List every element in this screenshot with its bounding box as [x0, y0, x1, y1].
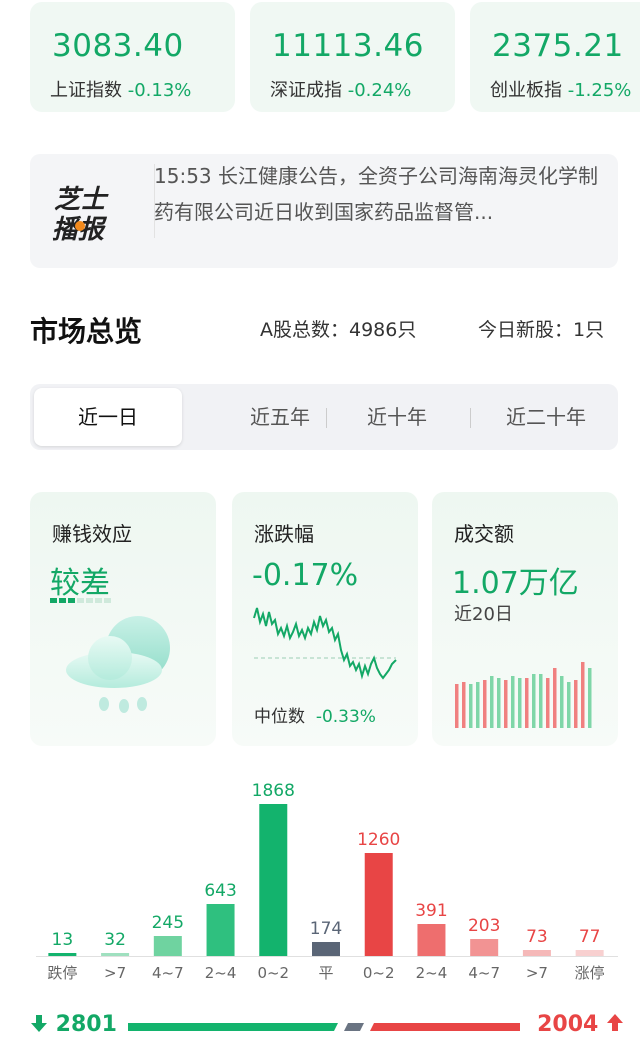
bar-2 — [153, 936, 182, 956]
section-title: 市场总览 — [30, 315, 143, 348]
bar-value-label: 1868 — [252, 781, 295, 801]
median-value: -0.33% — [315, 707, 376, 727]
category-label: 涨停 — [575, 964, 605, 982]
change-card[interactable]: 涨跌幅 -0.17% 中位数 -0.33% — [232, 492, 418, 746]
news-banner[interactable]: 芝士 播报 15:53 长江健康公告，全资子公司海南海灵化学制药有限公司近日收到… — [30, 154, 618, 268]
bar-value-label: 77 — [579, 927, 601, 947]
tab-1d[interactable]: 近一日 — [34, 388, 182, 446]
turnover-bars — [455, 662, 592, 728]
change-value: -0.17% — [252, 558, 359, 593]
index-card-sh[interactable]: 3083.40 上证指数 -0.13% — [30, 2, 235, 112]
bar-3 — [206, 904, 235, 956]
period-tabs: 近一日 近五年 近十年 近二十年 — [30, 384, 618, 450]
median-row: 中位数 -0.33% — [254, 702, 376, 727]
new-stocks: 今日新股：1只 — [478, 319, 605, 341]
category-label: 4~7 — [152, 964, 184, 982]
bar-value-label: 1260 — [357, 830, 400, 850]
index-name-text: 创业板指 — [490, 80, 562, 101]
card-title: 赚钱效应 — [52, 522, 132, 546]
category-label: 跌停 — [47, 964, 77, 982]
bar-value-label: 13 — [52, 930, 74, 950]
news-text: 15:53 长江健康公告，全资子公司海南海灵化学制药有限公司近日收到国家药品监督… — [154, 164, 598, 224]
breadth-bar — [128, 1023, 520, 1031]
chart-baseline — [36, 956, 618, 957]
turnover-value: 1.07万亿 — [452, 566, 579, 601]
category-label: 0~2 — [257, 964, 289, 982]
category-label: >7 — [104, 964, 126, 982]
category-label: 平 — [318, 964, 333, 982]
index-change: -1.25% — [567, 80, 632, 101]
money-effect-card[interactable]: 赚钱效应 较差 — [30, 492, 216, 746]
svg-text:芝士: 芝士 — [54, 185, 109, 215]
tab-20y[interactable]: 近二十年 — [474, 384, 618, 450]
bar-value-label: 73 — [526, 927, 548, 947]
bar-value-label: 391 — [415, 901, 447, 921]
turnover-card[interactable]: 成交额 1.07万亿 近20日 — [432, 492, 618, 746]
tab-divider — [470, 408, 471, 428]
bar-5 — [312, 942, 340, 956]
card-title: 成交额 — [454, 522, 514, 546]
arrow-up-icon — [607, 1014, 623, 1031]
tab-divider — [326, 408, 327, 428]
bar-value-label: 174 — [310, 919, 342, 939]
index-card-cyb[interactable]: 2375.21 创业板指 -1.25% — [470, 2, 640, 112]
index-value: 3083.40 — [52, 28, 184, 64]
bar-8 — [470, 939, 499, 956]
effect-level-indicator — [50, 598, 111, 603]
card-title: 涨跌幅 — [254, 522, 314, 546]
bar-6 — [364, 853, 393, 956]
down-count: 2801 — [30, 1012, 117, 1037]
market-breadth: 2801 2004 — [0, 1006, 640, 1048]
category-label: 4~7 — [468, 964, 500, 982]
turnover-period: 近20日 — [454, 604, 513, 625]
up-count-value: 2004 — [537, 1012, 599, 1037]
news-logo: 芝士 播报 — [52, 185, 109, 244]
median-label: 中位数 — [254, 707, 305, 727]
bar-value-label: 245 — [152, 913, 184, 933]
index-name-text: 深证成指 — [270, 80, 342, 101]
index-value: 2375.21 — [492, 28, 624, 64]
total-stocks: A股总数：4986只 — [260, 319, 417, 341]
index-change: -0.13% — [127, 80, 192, 101]
category-label: 2~4 — [416, 964, 448, 982]
up-count: 2004 — [537, 1012, 624, 1037]
down-count-value: 2801 — [55, 1012, 117, 1037]
bar-7 — [417, 924, 446, 956]
index-name: 深证成指 -0.24% — [270, 76, 411, 102]
bar-value-label: 203 — [468, 916, 500, 936]
category-label: >7 — [526, 964, 548, 982]
index-change: -0.24% — [347, 80, 412, 101]
bar-value-label: 643 — [204, 881, 236, 901]
index-name-text: 上证指数 — [50, 80, 122, 101]
index-cards: 3083.40 上证指数 -0.13% 11113.46 深证成指 -0.24%… — [30, 0, 640, 115]
intraday-sparkline — [253, 607, 397, 680]
category-label: 2~4 — [205, 964, 237, 982]
distribution-chart: 13 跌停 32 >7 245 4~7 643 2~4 1868 0~2 174 平 1260 0~2 39… — [47, 781, 605, 982]
tab-10y[interactable]: 近十年 — [330, 384, 464, 450]
cloud-rain-icon — [66, 616, 170, 713]
bar-value-label: 32 — [104, 930, 126, 950]
index-name: 上证指数 -0.13% — [50, 76, 191, 102]
category-label: 0~2 — [363, 964, 395, 982]
index-value: 11113.46 — [272, 28, 424, 64]
bar-4 — [259, 804, 288, 956]
index-name: 创业板指 -1.25% — [490, 76, 631, 102]
arrow-down-icon — [31, 1015, 47, 1032]
index-card-sz[interactable]: 11113.46 深证成指 -0.24% — [250, 2, 455, 112]
